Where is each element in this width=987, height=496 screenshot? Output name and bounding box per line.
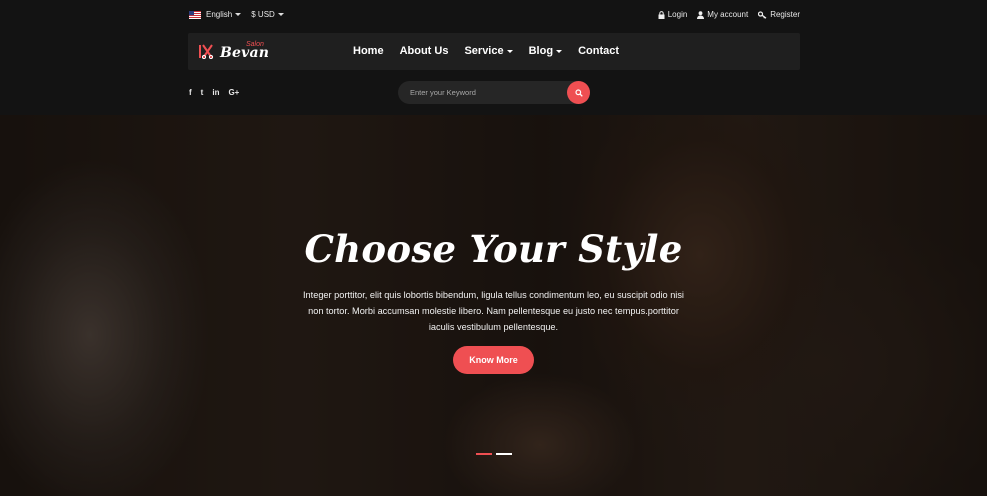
- linkedin-icon[interactable]: in: [212, 88, 219, 97]
- slider-dot[interactable]: [496, 453, 512, 455]
- main-navbar: Bevan Salon Home About Us Service Blog C…: [188, 33, 800, 70]
- hero-title: Choose Your Style: [304, 227, 683, 271]
- main-menu: Home About Us Service Blog Contact: [353, 45, 635, 57]
- language-label: English: [206, 10, 233, 19]
- my-account-label: My account: [707, 10, 749, 19]
- twitter-icon[interactable]: t: [201, 88, 204, 97]
- currency-label: $ USD: [251, 10, 275, 19]
- search-bar: [398, 81, 590, 104]
- chevron-down-icon: [556, 49, 563, 53]
- lock-icon: [658, 10, 665, 19]
- nav-contact-label: Contact: [578, 45, 620, 57]
- nav-about-us-label: About Us: [399, 45, 449, 57]
- slider-dot[interactable]: [476, 453, 492, 455]
- nav-service-label: Service: [464, 45, 504, 57]
- user-icon: [697, 10, 705, 19]
- know-more-button[interactable]: Know More: [453, 346, 534, 374]
- social-links: f t in G+: [189, 88, 248, 97]
- site-logo[interactable]: Bevan Salon: [198, 40, 278, 64]
- nav-home-label: Home: [353, 45, 384, 57]
- login-label: Login: [667, 10, 688, 19]
- nav-contact[interactable]: Contact: [578, 45, 619, 57]
- language-selector[interactable]: English: [189, 10, 242, 19]
- logo-subtitle: Salon: [246, 41, 264, 48]
- us-flag-icon: [189, 10, 201, 19]
- google-plus-icon[interactable]: G+: [228, 88, 239, 97]
- nav-service[interactable]: Service: [464, 45, 513, 57]
- chevron-down-icon: [235, 13, 242, 16]
- login-link[interactable]: Login: [658, 10, 688, 19]
- nav-home[interactable]: Home: [353, 45, 384, 57]
- chevron-down-icon: [506, 49, 513, 53]
- scissors-logo-icon: [199, 44, 214, 59]
- register-label: Register: [770, 10, 800, 19]
- nav-blog[interactable]: Blog: [528, 45, 563, 57]
- search-button[interactable]: [567, 81, 590, 104]
- nav-about-us[interactable]: About Us: [400, 45, 449, 57]
- search-input[interactable]: [398, 81, 568, 104]
- page: English $ USD Login My account Register …: [0, 0, 987, 496]
- hero-content: Choose Your Style Integer porttitor, eli…: [0, 115, 987, 496]
- hero-slider: Choose Your Style Integer porttitor, eli…: [0, 115, 987, 496]
- search-icon: [574, 88, 583, 97]
- key-icon: [758, 10, 767, 19]
- nav-blog-label: Blog: [528, 45, 554, 57]
- chevron-down-icon: [277, 13, 284, 16]
- facebook-icon[interactable]: f: [189, 88, 192, 97]
- hero-description: Integer porttitor, elit quis lobortis bi…: [303, 290, 684, 333]
- site-header: English $ USD Login My account Register …: [0, 0, 987, 115]
- top-bar: English $ USD Login My account Register: [189, 8, 800, 24]
- currency-selector[interactable]: $ USD: [251, 10, 284, 19]
- register-link[interactable]: Register: [758, 10, 800, 19]
- slider-indicators: [476, 453, 516, 455]
- my-account-link[interactable]: My account: [697, 10, 748, 19]
